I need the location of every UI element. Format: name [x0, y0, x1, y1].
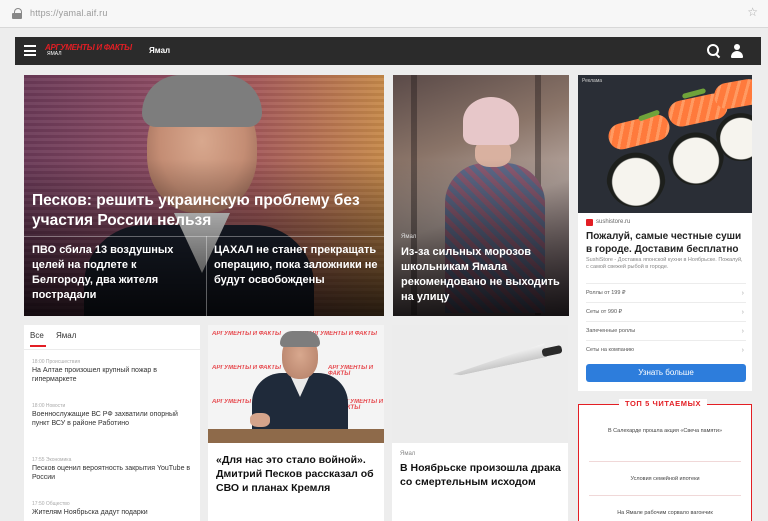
tab-all[interactable]: Все [30, 331, 44, 340]
search-icon[interactable] [707, 44, 721, 58]
region-link[interactable]: Ямал [149, 46, 170, 55]
lock-icon [12, 8, 22, 19]
news-feed: Все Ямал 18:00 Происшествия На Алтае про… [24, 325, 200, 521]
ad-link[interactable]: Сеты от 990 ₽ › [586, 302, 746, 321]
ad-label: Реклама [582, 78, 603, 84]
user-icon[interactable] [730, 44, 744, 58]
list-item-text[interactable]: Военнослужащие ВС РФ захватили опорный п… [32, 410, 194, 428]
chevron-right-icon: › [741, 328, 744, 335]
frost-tag: Ямал [401, 234, 417, 240]
knife-photo [392, 325, 568, 443]
ad-description: SushiStore - Доставка японской кухни в Н… [586, 257, 743, 270]
ad-link[interactable]: Запеченные роллы › [586, 321, 746, 340]
site-header: АРГУМЕНТЫ И ФАКТЫ ЯМАЛ Ямал [15, 37, 761, 65]
feed-divider [24, 349, 200, 350]
top5-widget: ТОП 5 ЧИТАЕМЫХ В Салехарде прошла акция … [578, 399, 752, 521]
knife-headline[interactable]: В Ноябрьске произошла драка со смертельн… [400, 461, 562, 489]
address-url[interactable]: https://yamal.aif.ru [30, 8, 108, 18]
top5-divider [589, 461, 741, 462]
frost-news-tile[interactable]: Ямал Из-за сильных морозов школьникам Ям… [393, 75, 569, 316]
hero-vertical-divider [206, 236, 207, 316]
menu-icon[interactable] [24, 45, 36, 56]
browser-address-bar: https://yamal.aif.ru ☆ [0, 0, 768, 28]
list-item[interactable]: 17:55 Экономика Песков оценил вероятност… [32, 457, 194, 482]
frost-headline[interactable]: Из-за сильных морозов школьникам Ямала р… [401, 245, 561, 305]
sushi-ad-card[interactable]: Реклама sushistore.ru Пожалуй, самые чес… [578, 75, 752, 391]
ad-links: Роллы от 199 ₽ › Сеты от 990 ₽ › Запеченны… [586, 283, 746, 359]
peskov-interview-card[interactable]: АРГУМЕНТЫ И ФАКТЫ АРГУМЕНТЫ И ФАКТЫ АРГУ… [208, 325, 384, 521]
list-item-text[interactable]: Жителям Ноябрьска дадут подарки [32, 508, 194, 517]
hero-news-tile[interactable]: Песков: решить украинскую проблему без у… [24, 75, 384, 316]
hero-headline[interactable]: Песков: решить украинскую проблему без у… [32, 191, 377, 231]
peskov-interview-photo: АРГУМЕНТЫ И ФАКТЫ АРГУМЕНТЫ И ФАКТЫ АРГУ… [208, 325, 384, 443]
site-logo[interactable]: АРГУМЕНТЫ И ФАКТЫ ЯМАЛ [45, 44, 135, 58]
hero-sub-headline-left[interactable]: ПВО сбила 13 воздушных целей на подлете … [32, 243, 200, 303]
sushi-photo: Реклама [578, 75, 752, 213]
top5-item[interactable]: Условия семейной ипотеки [589, 475, 741, 483]
list-item-time: 18:00 Происшествия [32, 359, 81, 365]
logo-sub-text: ЯМАЛ [47, 51, 62, 57]
ad-learn-more-button[interactable]: Узнать больше [586, 364, 746, 382]
peskov-interview-headline[interactable]: «Для нас это стало войной». Дмитрий Песк… [216, 453, 378, 495]
hero-sub-headline-right[interactable]: ЦАХАЛ не станет прекращать операцию, пок… [214, 243, 382, 288]
tab-yamal[interactable]: Ямал [56, 331, 76, 340]
top5-item[interactable]: В Салехарде прошла акция «Свеча памяти» [589, 427, 741, 435]
knife-tag: Ямал [400, 451, 416, 457]
bookmark-star-icon[interactable]: ☆ [747, 5, 758, 19]
list-item-text[interactable]: Песков оценил вероятность закрытия YouTu… [32, 464, 194, 482]
list-item-text[interactable]: На Алтае произошел крупный пожар в гипер… [32, 366, 194, 384]
list-item[interactable]: 17:50 Общество Жителям Ноябрьска дадут п… [32, 501, 194, 517]
list-item-time: 17:55 Экономика [32, 457, 72, 463]
chevron-right-icon: › [741, 290, 744, 297]
list-item-time: 17:50 Общество [32, 501, 70, 507]
tab-active-indicator [30, 345, 46, 347]
ad-source[interactable]: sushistore.ru [596, 219, 630, 225]
top5-heading: ТОП 5 ЧИТАЕМЫХ [619, 399, 708, 408]
top5-divider [589, 495, 741, 496]
knife-news-card[interactable]: Ямал В Ноябрьске произошла драка со смер… [392, 325, 568, 521]
top5-item[interactable]: На Ямале рабочим сорвало вагончик [589, 509, 741, 517]
list-item-time: 18:00 Новости [32, 403, 66, 409]
list-item[interactable]: 18:00 Новости Военнослужащие ВС РФ захва… [32, 403, 194, 428]
chevron-right-icon: › [741, 347, 744, 354]
ad-source-icon [586, 219, 593, 226]
ad-link[interactable]: Роллы от 199 ₽ › [586, 283, 746, 302]
ad-link[interactable]: Сеты на компанию › [586, 340, 746, 359]
hero-divider [24, 236, 384, 237]
list-item[interactable]: 18:00 Происшествия На Алтае произошел кр… [32, 359, 194, 384]
ad-title[interactable]: Пожалуй, самые честные суши в городе. До… [586, 230, 746, 256]
chevron-right-icon: › [741, 309, 744, 316]
